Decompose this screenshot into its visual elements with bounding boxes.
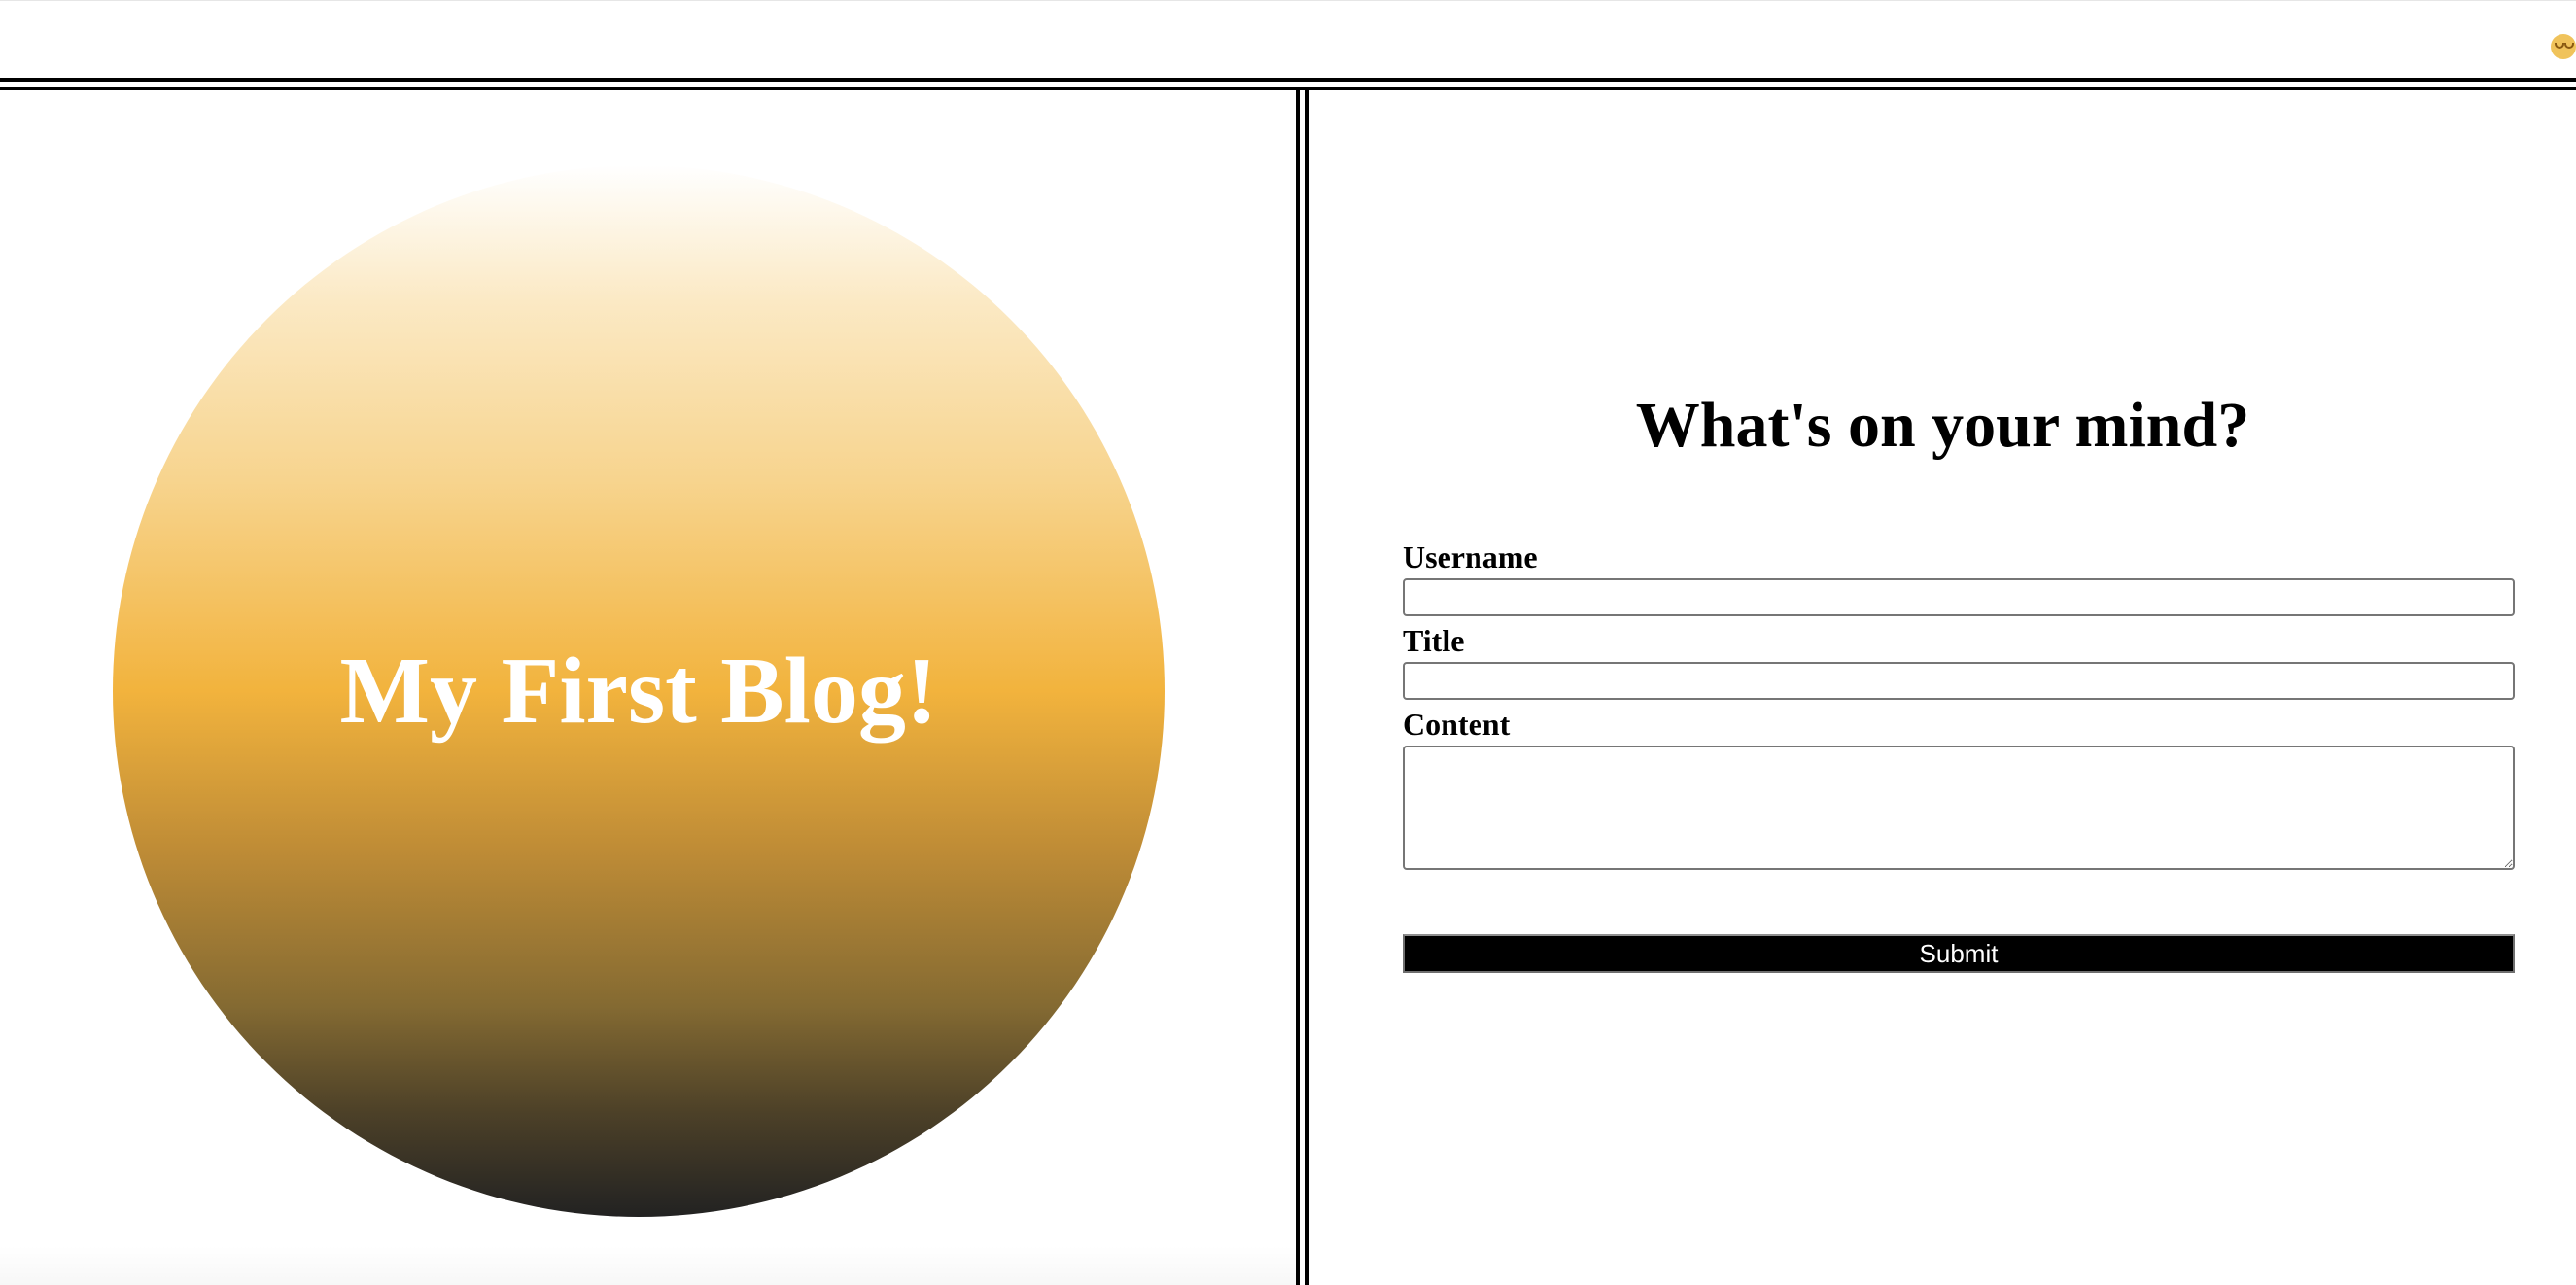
new-post-form: Username Title Content Submit <box>1403 539 2515 973</box>
blog-title: My First Blog! <box>339 639 938 744</box>
submit-button[interactable]: Submit <box>1403 934 2515 973</box>
content-label: Content <box>1403 707 1511 742</box>
username-input[interactable] <box>1403 578 2515 616</box>
smiley-face-icon[interactable] <box>2551 34 2576 59</box>
post-form-pane: What's on your mind? Username Title Cont… <box>1309 90 2576 1285</box>
username-label: Username <box>1403 539 1538 574</box>
title-input[interactable] <box>1403 662 2515 700</box>
hero-gradient-circle: My First Blog! <box>113 165 1165 1217</box>
title-label: Title <box>1403 623 1465 658</box>
bottom-fade <box>0 1246 1296 1285</box>
header-divider <box>0 78 2576 90</box>
hero-pane: My First Blog! <box>0 90 1296 1285</box>
vertical-divider <box>1296 90 1309 1285</box>
form-heading: What's on your mind? <box>1635 390 2250 461</box>
content-textarea[interactable] <box>1403 746 2515 870</box>
top-bar <box>0 0 2576 79</box>
